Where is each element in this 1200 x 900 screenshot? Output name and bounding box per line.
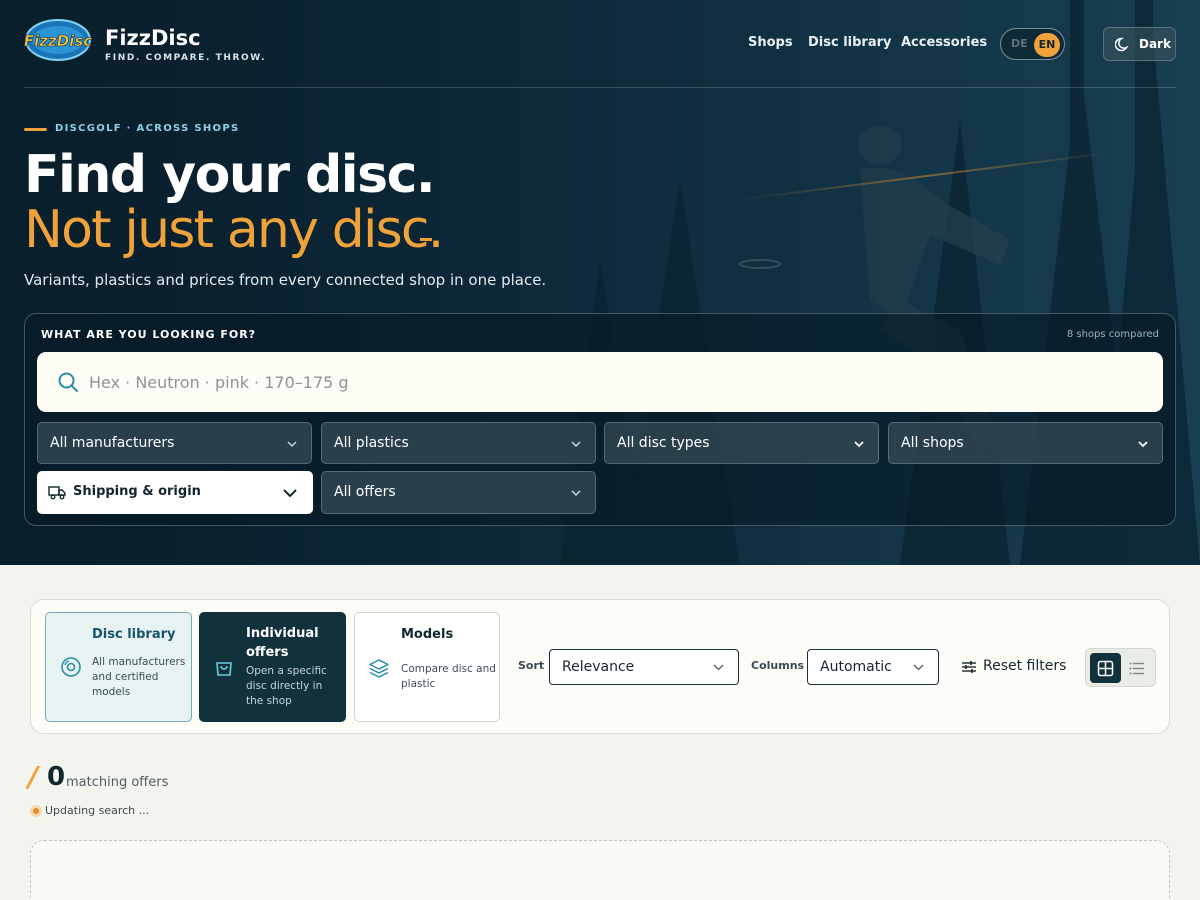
chevron-down-icon (1138, 441, 1148, 448)
plastic-select[interactable]: All plastics (321, 422, 596, 464)
search-input[interactable] (89, 352, 1139, 412)
shipping-origin-label: Shipping & origin (73, 484, 201, 499)
shops-compared-count: 8 shops compared (1066, 329, 1159, 340)
loading-indicator (30, 805, 42, 817)
results-container (30, 840, 1170, 900)
chevron-down-icon (854, 441, 864, 448)
search-icon (58, 372, 78, 392)
columns-select[interactable]: Automatic (807, 649, 939, 685)
moon-icon (1115, 37, 1129, 52)
fizzdisc-logo[interactable]: FizzDisc (24, 16, 92, 64)
offers-select-value: All offers (334, 484, 396, 500)
plastic-select-value: All plastics (334, 435, 409, 451)
results-count: 0 (47, 762, 66, 792)
hero-subtitle: Not just any disc. (24, 200, 444, 260)
nav-accessories[interactable]: Accessories (901, 35, 987, 50)
shopping-bag-icon (216, 662, 232, 676)
reset-filters-label: Reset filters (983, 658, 1067, 674)
columns-select-value: Automatic (820, 659, 892, 675)
chevron-down-icon (571, 441, 581, 448)
search-label: WHAT ARE YOU LOOKING FOR? (41, 328, 257, 341)
dark-mode-label: Dark (1139, 37, 1171, 51)
mode-description: All manufacturers and certified models (92, 656, 186, 698)
language-en[interactable]: EN (1034, 33, 1060, 57)
truck-icon (48, 486, 66, 500)
mode-title: Models (401, 627, 454, 642)
search-box[interactable] (37, 352, 1163, 412)
brand-name: FizzDisc (105, 26, 201, 50)
mode-description: Open a specific disc directly in the sho… (246, 665, 327, 707)
search-panel: WHAT ARE YOU LOOKING FOR? 8 shops compar… (24, 313, 1176, 526)
svg-text:FizzDisc: FizzDisc (24, 32, 92, 50)
hero-lead: Variants, plastics and prices from every… (24, 271, 547, 289)
list-icon (1129, 662, 1144, 675)
disc-type-select-value: All disc types (617, 435, 710, 451)
chevron-down-icon (571, 490, 581, 497)
disc-type-select[interactable]: All disc types (604, 422, 879, 464)
layers-icon (369, 659, 389, 678)
language-de[interactable]: DE (1011, 37, 1028, 50)
disc-icon (61, 657, 81, 677)
chevron-down-icon (283, 489, 297, 498)
shop-select-value: All shops (901, 435, 964, 451)
chevron-down-icon (287, 441, 297, 448)
mode-models[interactable]: Models Compare disc and plastic (354, 612, 500, 722)
list-view-button[interactable] (1121, 653, 1152, 683)
mode-description: Compare disc and plastic (401, 663, 496, 690)
results-count-label: matching offers (66, 775, 169, 790)
manufacturer-select[interactable]: All manufacturers (37, 422, 312, 464)
nav-disc-library[interactable]: Disc library (808, 35, 892, 50)
shipping-origin-dropdown[interactable]: Shipping & origin (37, 471, 313, 514)
dark-mode-button[interactable]: Dark (1103, 27, 1176, 61)
mode-disc-library[interactable]: Disc library All manufacturers and certi… (45, 612, 192, 722)
mode-title: Disc library (92, 627, 176, 642)
hero-subtitle-dash (420, 238, 432, 241)
offers-select[interactable]: All offers (321, 471, 596, 514)
manufacturer-select-value: All manufacturers (50, 435, 175, 451)
shop-select[interactable]: All shops (888, 422, 1163, 464)
sort-label: Sort (518, 659, 545, 672)
hero-title: Find your disc. (24, 145, 436, 205)
search-status: Updating search ... (45, 804, 150, 817)
results-controls: Disc library All manufacturers and certi… (30, 599, 1170, 734)
language-switch[interactable]: DE EN (1000, 28, 1065, 60)
grid-icon (1097, 660, 1114, 677)
nav-shops[interactable]: Shops (748, 35, 793, 50)
chevron-down-icon (713, 664, 724, 671)
sort-select-value: Relevance (562, 659, 635, 675)
results-slash-accent: / (28, 760, 39, 793)
columns-label: Columns (751, 659, 805, 672)
grid-view-button[interactable] (1090, 653, 1121, 683)
eyebrow-accent-bar (24, 128, 47, 131)
sliders-icon (962, 661, 976, 673)
mode-individual-offers[interactable]: Individual offers Open a specific disc d… (199, 612, 346, 722)
sort-select[interactable]: Relevance (549, 649, 739, 685)
chevron-down-icon (913, 664, 924, 671)
view-toggle (1085, 648, 1156, 687)
brand-tagline: FIND. COMPARE. THROW. (105, 53, 267, 63)
hero-eyebrow: DISCGOLF · ACROSS SHOPS (55, 123, 240, 134)
mode-title: Individual offers (246, 626, 319, 660)
header-divider (24, 87, 1176, 88)
